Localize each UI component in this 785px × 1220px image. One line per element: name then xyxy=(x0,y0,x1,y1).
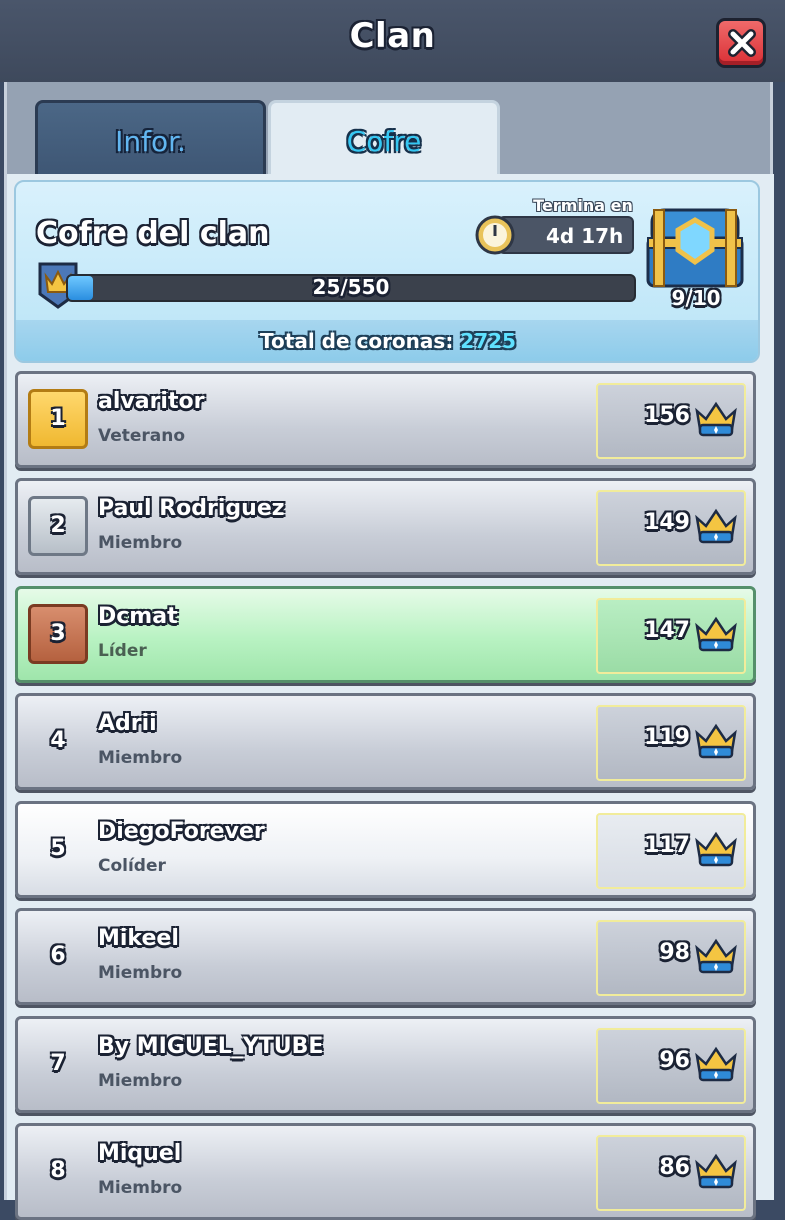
tab-info[interactable]: Infor. xyxy=(35,100,266,176)
member-rank: 6 xyxy=(50,943,66,968)
chest-title: Cofre del clan xyxy=(36,216,270,251)
member-name: Dcmat xyxy=(98,604,178,629)
member-role: Miembro xyxy=(98,963,183,983)
member-rank: 2 xyxy=(28,496,88,556)
crown-icon xyxy=(695,401,737,437)
member-crowns-box: 96 xyxy=(596,1028,746,1104)
member-role: Colíder xyxy=(98,856,166,876)
timer-value: 4d 17h xyxy=(546,224,624,248)
member-row[interactable]: 1 alvaritor Veterano 156 xyxy=(15,371,756,468)
member-crowns: 96 xyxy=(659,1048,690,1073)
close-icon xyxy=(728,29,756,57)
crown-icon xyxy=(695,938,737,974)
member-role: Veterano xyxy=(98,426,186,446)
member-crowns-box: 117 xyxy=(596,813,746,889)
member-crowns: 98 xyxy=(659,940,690,965)
member-row[interactable]: 4 Adrii Miembro 119 xyxy=(15,693,756,790)
member-row[interactable]: 2 Paul Rodriguez Miembro 149 xyxy=(15,478,756,575)
member-crowns: 149 xyxy=(644,510,690,535)
member-crowns-box: 119 xyxy=(596,705,746,781)
total-crowns-value: 2725 xyxy=(460,329,516,353)
member-name: Miquel xyxy=(98,1141,182,1166)
member-rank: 8 xyxy=(50,1158,66,1183)
chest-count: 9/10 xyxy=(671,286,721,310)
total-crowns-bar: Total de coronas: 2725 xyxy=(16,320,758,361)
member-row[interactable]: 8 Miquel Miembro 86 xyxy=(15,1123,756,1220)
member-name: Adrii xyxy=(98,711,157,736)
crown-icon xyxy=(695,723,737,759)
member-name: Mikeel xyxy=(98,926,179,951)
member-crowns: 119 xyxy=(644,725,690,750)
member-name: DiegoForever xyxy=(98,819,265,844)
ends-label: Termina en xyxy=(533,196,633,215)
crown-icon xyxy=(695,508,737,544)
member-rank: 4 xyxy=(50,728,66,753)
member-name: alvaritor xyxy=(98,389,205,414)
member-crowns-box: 98 xyxy=(596,920,746,996)
member-role: Líder xyxy=(98,641,147,661)
tab-chest[interactable]: Cofre xyxy=(268,100,500,176)
member-role: Miembro xyxy=(98,1071,183,1091)
close-button[interactable] xyxy=(716,18,766,68)
member-rank: 3 xyxy=(28,604,88,664)
total-crowns-label: Total de coronas: xyxy=(260,329,454,353)
clan-chest-card: Cofre del clan Termina en 4d 17h 25/550 … xyxy=(14,180,760,363)
member-crowns: 156 xyxy=(644,403,690,428)
crown-icon xyxy=(695,616,737,652)
member-row[interactable]: 3 Dcmat Líder 147 xyxy=(15,586,756,683)
member-row[interactable]: 5 DiegoForever Colíder 117 xyxy=(15,801,756,898)
member-role: Miembro xyxy=(98,748,183,768)
crown-icon xyxy=(695,1046,737,1082)
member-name: Paul Rodriguez xyxy=(98,496,285,521)
clock-icon xyxy=(475,215,515,255)
member-crowns-box: 149 xyxy=(596,490,746,566)
crown-icon xyxy=(695,831,737,867)
timer-pill: 4d 17h xyxy=(498,216,634,254)
member-name: By MIGUEL_YTUBE xyxy=(98,1034,324,1059)
member-crowns: 147 xyxy=(644,618,690,643)
member-rank: 5 xyxy=(50,836,66,861)
member-role: Miembro xyxy=(98,533,183,553)
chest-progress-text: 25/550 xyxy=(312,275,390,299)
member-crowns-box: 147 xyxy=(596,598,746,674)
member-role: Miembro xyxy=(98,1178,183,1198)
member-crowns: 117 xyxy=(644,833,690,858)
page-title: Clan xyxy=(349,16,436,56)
total-crowns-text: Total de coronas: 2725 xyxy=(260,329,516,353)
member-rank: 1 xyxy=(28,389,88,449)
chest-icon[interactable] xyxy=(640,196,750,296)
member-row[interactable]: 7 By MIGUEL_YTUBE Miembro 96 xyxy=(15,1016,756,1113)
crown-icon xyxy=(695,1153,737,1189)
header-bar: Clan xyxy=(0,0,785,82)
member-rank: 7 xyxy=(50,1051,66,1076)
member-row[interactable]: 6 Mikeel Miembro 98 xyxy=(15,908,756,1005)
member-crowns: 86 xyxy=(659,1155,690,1180)
member-crowns-box: 156 xyxy=(596,383,746,459)
